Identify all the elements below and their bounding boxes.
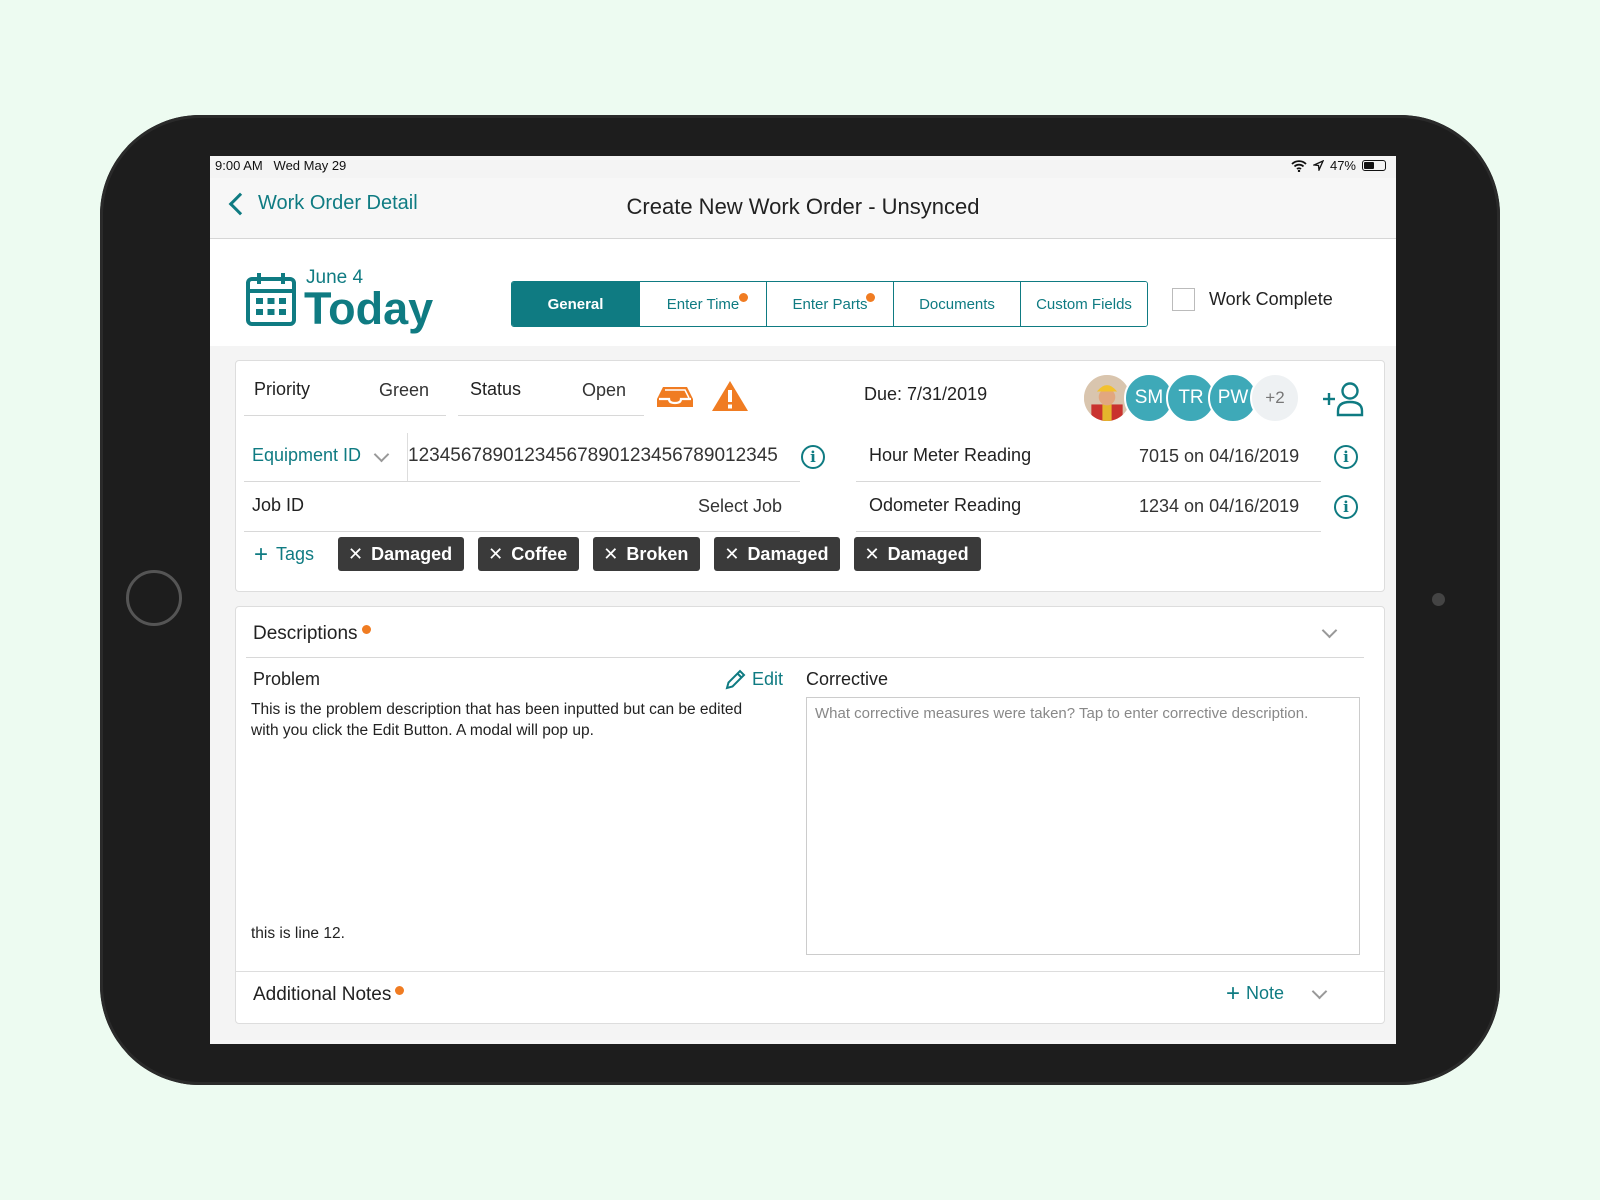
divider xyxy=(458,415,644,416)
tag-chip[interactable]: ✕ Damaged xyxy=(854,537,981,571)
close-icon[interactable]: ✕ xyxy=(724,544,739,565)
priority-label: Priority xyxy=(254,379,311,399)
location-icon xyxy=(1312,160,1324,171)
additional-notes-header[interactable]: Additional Notes xyxy=(253,984,405,1006)
inbox-icon[interactable] xyxy=(656,385,694,409)
close-icon[interactable]: ✕ xyxy=(603,544,618,565)
pencil-icon xyxy=(725,669,746,690)
priority-value[interactable]: Green xyxy=(379,380,429,401)
tag-chip[interactable]: ✕ Damaged xyxy=(338,537,465,571)
hour-meter-info-icon[interactable]: i xyxy=(1334,445,1358,469)
today-label: Today xyxy=(304,283,434,334)
camera xyxy=(1432,593,1445,606)
odometer-label: Odometer Reading xyxy=(869,495,1022,515)
problem-text: This is the problem description that has… xyxy=(251,701,743,739)
header: June 4 Today General Enter Time Enter Pa… xyxy=(210,239,1396,346)
divider xyxy=(246,657,1364,658)
add-tag-button[interactable]: + Tags xyxy=(254,540,315,568)
work-complete: Work Complete xyxy=(1172,288,1333,311)
add-note-button[interactable]: + Note xyxy=(1226,979,1284,1007)
odometer-value: 1234 on 04/16/2019 xyxy=(1139,496,1300,516)
due-date: Due: 7/31/2019 xyxy=(864,384,988,404)
notification-dot xyxy=(361,625,371,634)
tag-chip[interactable]: ✕ Broken xyxy=(593,537,701,571)
tag-list: ✕ Damaged ✕ Coffee ✕ Broken ✕ Damaged ✕ Damag… xyxy=(338,537,981,571)
close-icon[interactable]: ✕ xyxy=(348,544,363,565)
plus-icon: + xyxy=(254,540,269,568)
notification-dot xyxy=(866,293,875,302)
work-complete-label: Work Complete xyxy=(1209,289,1333,309)
equipment-id-value[interactable]: 12345678901234567890123456789012345 xyxy=(408,445,791,467)
edit-button[interactable]: Edit xyxy=(724,667,783,691)
divider xyxy=(244,415,446,416)
notification-dot xyxy=(739,293,748,302)
add-user-icon[interactable] xyxy=(1321,381,1365,417)
tab-bar: General Enter Time Enter Parts Documents… xyxy=(511,281,1148,327)
details-card: Priority Green Status Open Due: 7/31/201… xyxy=(235,360,1385,592)
hour-meter-value: 7015 on 04/16/2019 xyxy=(1139,446,1300,466)
select-job[interactable]: Select Job xyxy=(698,496,782,517)
chevron-down-icon[interactable] xyxy=(1321,622,1338,639)
work-complete-checkbox[interactable] xyxy=(1172,288,1195,311)
more-assignees-badge[interactable]: +2 xyxy=(1250,373,1300,423)
divider xyxy=(236,971,1384,972)
status-label: Status xyxy=(470,379,522,399)
divider xyxy=(244,531,800,532)
home-button[interactable] xyxy=(126,570,182,626)
nav-bar: Work Order Detail Create New Work Order … xyxy=(210,178,1396,239)
tab-enter-parts[interactable]: Enter Parts xyxy=(766,282,893,326)
equipment-id-label[interactable]: Equipment ID xyxy=(252,445,361,466)
plus-icon: + xyxy=(1226,979,1241,1007)
battery-icon xyxy=(1362,160,1386,171)
tag-chip[interactable]: ✕ Damaged xyxy=(714,537,841,571)
assignee-avatars[interactable]: SM TR PW +2 xyxy=(1082,373,1300,423)
chevron-down-icon[interactable] xyxy=(1311,983,1328,1000)
tab-custom-fields[interactable]: Custom Fields xyxy=(1020,282,1147,326)
status-time: 9:00 AM Wed May 29 xyxy=(215,158,347,173)
page-title: Create New Work Order - Unsynced xyxy=(626,194,980,219)
status-value[interactable]: Open xyxy=(582,380,626,401)
wifi-icon xyxy=(1291,159,1307,172)
corrective-label: Corrective xyxy=(806,669,889,689)
odometer-info-icon[interactable]: i xyxy=(1334,495,1358,519)
tab-general[interactable]: General xyxy=(512,282,639,326)
battery-percent: 47% xyxy=(1329,158,1356,173)
close-icon[interactable]: ✕ xyxy=(864,544,879,565)
corrective-textarea[interactable]: What corrective measures were taken? Tap… xyxy=(806,697,1360,955)
job-id-label: Job ID xyxy=(252,495,305,515)
chevron-down-icon[interactable] xyxy=(373,446,390,463)
tag-chip[interactable]: ✕ Coffee xyxy=(478,537,580,571)
descriptions-card: Descriptions Problem Edit This is the pr… xyxy=(235,606,1385,1024)
divider xyxy=(856,481,1321,482)
problem-last-line: this is line 12. xyxy=(251,925,345,942)
calendar-icon xyxy=(246,273,296,326)
hour-meter-label: Hour Meter Reading xyxy=(869,445,1032,465)
divider xyxy=(856,531,1321,532)
descriptions-header[interactable]: Descriptions xyxy=(253,623,371,645)
warning-icon[interactable] xyxy=(711,379,749,413)
problem-label: Problem xyxy=(253,669,321,689)
add-tag-label: Tags xyxy=(276,544,315,564)
close-icon[interactable]: ✕ xyxy=(488,544,503,565)
divider xyxy=(244,481,800,482)
screen: 9:00 AM Wed May 29 47% Work Order Detail… xyxy=(210,156,1396,1044)
equipment-info-icon[interactable]: i xyxy=(801,445,825,469)
status-bar: 9:00 AM Wed May 29 47% xyxy=(210,156,1396,178)
tab-enter-time[interactable]: Enter Time xyxy=(639,282,766,326)
notification-dot xyxy=(395,986,405,995)
tab-documents[interactable]: Documents xyxy=(893,282,1020,326)
